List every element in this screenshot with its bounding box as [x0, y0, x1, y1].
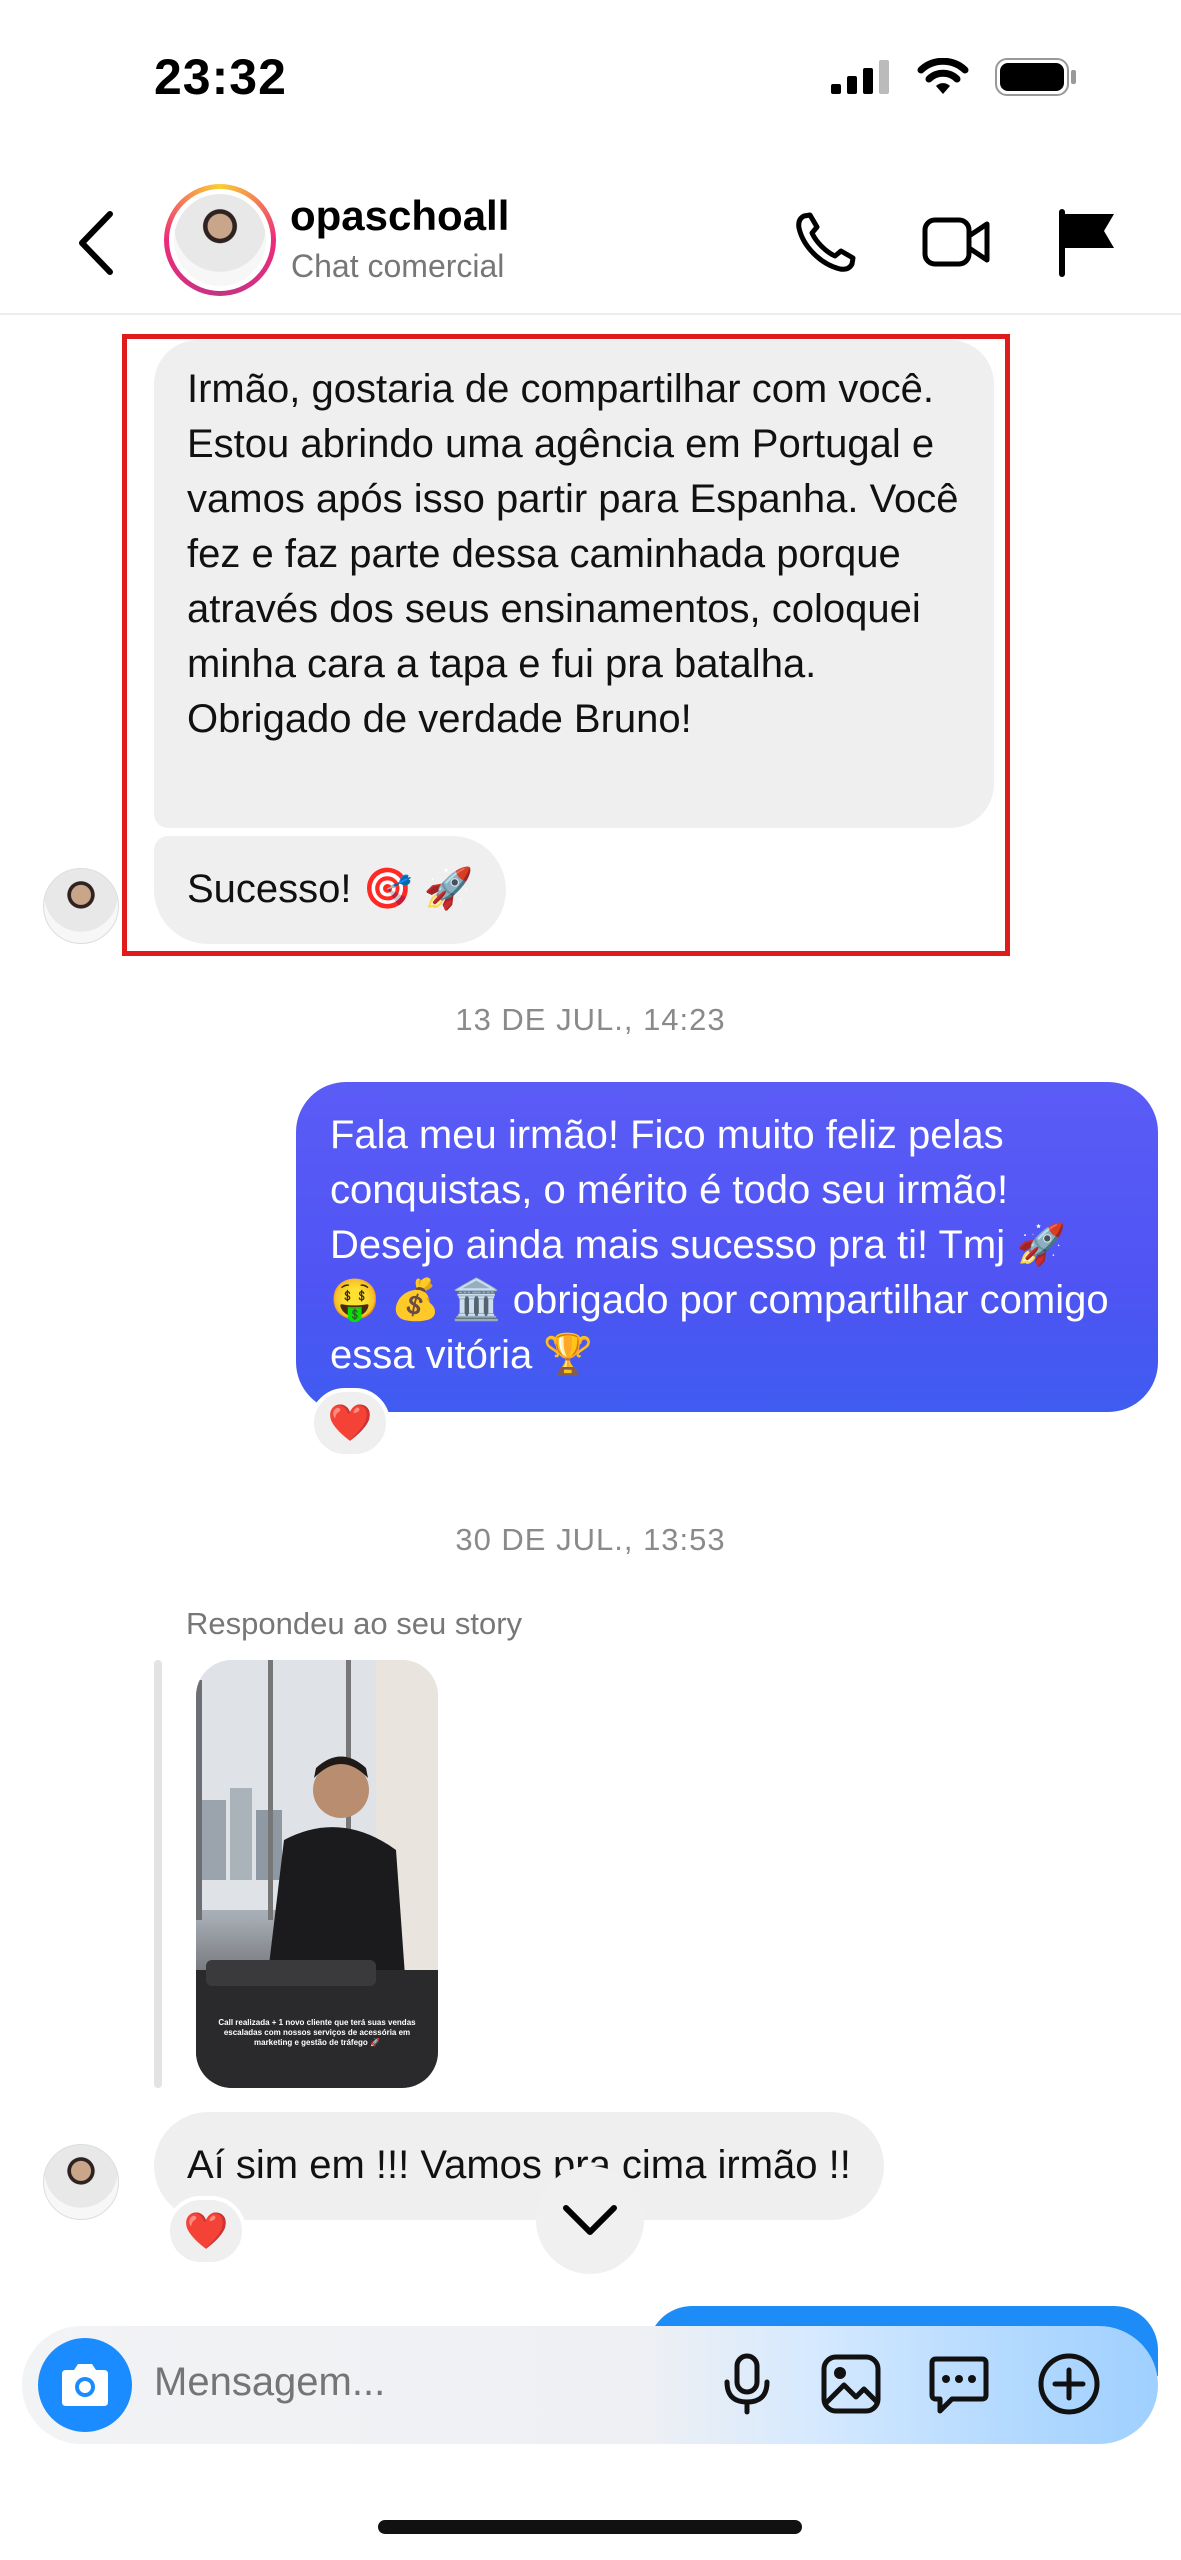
- scroll-down-button[interactable]: [536, 2166, 644, 2274]
- story-caption: Call realizada + 1 novo cliente que terá…: [218, 2018, 416, 2047]
- video-icon[interactable]: [920, 206, 992, 278]
- highlight-box: [122, 334, 1010, 956]
- heart-reaction[interactable]: ❤️: [166, 2196, 246, 2266]
- incoming-message[interactable]: Aí sim em !!! Vamos pra cima irmão !!: [154, 2112, 884, 2220]
- flag-icon[interactable]: [1052, 206, 1124, 278]
- sticker-button[interactable]: [924, 2348, 994, 2420]
- status-time: 23:32: [154, 49, 287, 105]
- sender-avatar[interactable]: [43, 2144, 119, 2220]
- phone-icon[interactable]: [790, 206, 862, 278]
- camera-icon: [62, 2364, 108, 2406]
- gallery-button[interactable]: [816, 2348, 886, 2420]
- story-reply-bar: [154, 1660, 162, 2088]
- timestamp: 30 DE JUL., 13:53: [455, 1522, 726, 1557]
- wifi-icon: [917, 58, 969, 94]
- sticker-icon: [929, 2356, 989, 2414]
- message-input[interactable]: [154, 2352, 674, 2412]
- story-thumbnail[interactable]: Call realizada + 1 novo cliente que terá…: [196, 1660, 438, 2088]
- signal-icon: [831, 60, 889, 94]
- story-reply-label: Respondeu ao seu story: [186, 1606, 523, 1641]
- outgoing-message[interactable]: Fala meu irmão! Fico muito feliz pelas c…: [296, 1082, 1158, 1412]
- gallery-icon: [821, 2354, 881, 2414]
- heart-reaction[interactable]: ❤️: [310, 1388, 390, 1458]
- microphone-button[interactable]: [712, 2348, 782, 2420]
- contact-name[interactable]: opaschoall: [290, 192, 509, 240]
- home-indicator: [378, 2520, 802, 2534]
- header-avatar[interactable]: [164, 184, 276, 296]
- back-chevron-icon[interactable]: [72, 208, 122, 278]
- sender-avatar[interactable]: [43, 868, 119, 944]
- status-icons: [831, 58, 1077, 96]
- chevron-down-icon: [563, 2205, 617, 2235]
- chat-header: opaschoall Chat comercial: [0, 170, 1181, 315]
- battery-icon: [995, 58, 1076, 96]
- microphone-icon: [724, 2353, 770, 2415]
- timestamp: 13 DE JUL., 14:23: [455, 1002, 726, 1037]
- contact-subtitle: Chat comercial: [291, 248, 505, 284]
- plus-button[interactable]: [1034, 2348, 1104, 2420]
- camera-button[interactable]: [38, 2338, 132, 2432]
- plus-icon: [1038, 2353, 1100, 2415]
